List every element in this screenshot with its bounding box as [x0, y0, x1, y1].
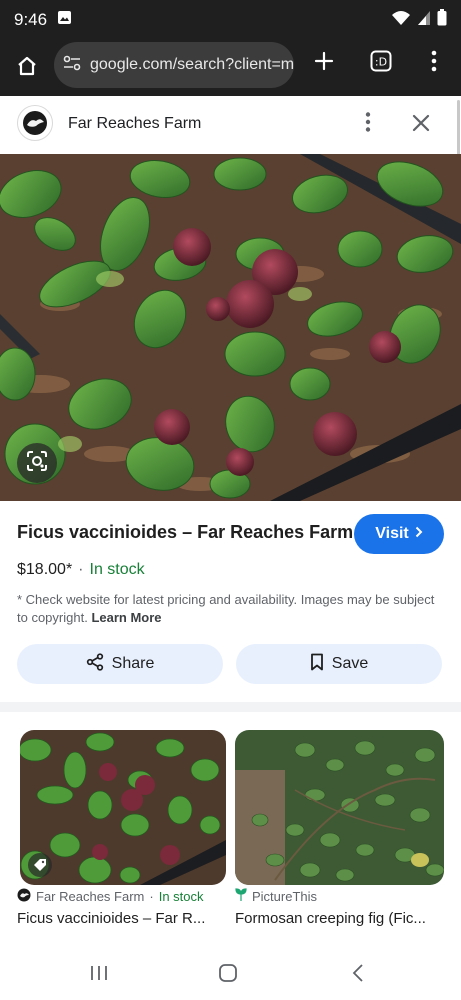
- wifi-icon: [391, 10, 411, 31]
- section-divider: [0, 702, 461, 712]
- system-nav-bar: [0, 950, 461, 1000]
- learn-more-link[interactable]: Learn More: [91, 610, 161, 625]
- related-image-2[interactable]: [235, 730, 444, 885]
- home-nav-button[interactable]: [208, 962, 248, 988]
- tab-switcher-button[interactable]: :D: [366, 48, 396, 78]
- svg-text::D: :D: [375, 55, 387, 68]
- share-icon: [86, 652, 104, 676]
- related-source-1: Far Reaches Farm · In stock: [17, 888, 204, 905]
- separator: ·: [149, 889, 154, 904]
- gallery-icon: [57, 10, 72, 30]
- related-source-name: Far Reaches Farm: [36, 889, 145, 904]
- scrollbar[interactable]: [457, 100, 460, 156]
- lens-icon: [26, 450, 48, 477]
- new-tab-button[interactable]: [309, 48, 339, 78]
- disclaimer: * Check website for latest pricing and a…: [17, 591, 437, 627]
- battery-icon: [437, 9, 447, 31]
- panel-more-button[interactable]: [356, 111, 380, 137]
- save-label: Save: [331, 655, 369, 672]
- site-logo: [17, 888, 31, 905]
- tag-icon: [28, 853, 52, 877]
- bookmark-icon: [310, 653, 324, 676]
- back-button[interactable]: [338, 962, 378, 988]
- share-button[interactable]: Share: [17, 644, 223, 684]
- share-label: Share: [111, 655, 155, 672]
- signal-icon: [417, 10, 431, 31]
- disclaimer-text: * Check website for latest pricing and a…: [17, 592, 435, 625]
- home-nav-icon: [218, 963, 238, 988]
- separator: ·: [78, 561, 84, 578]
- price-row: $18.00* · In stock: [17, 561, 145, 579]
- save-button[interactable]: Save: [236, 644, 442, 684]
- url-text: google.com/search?client=ms: [90, 56, 294, 73]
- more-vert-icon: [431, 50, 437, 77]
- recents-icon: [90, 965, 108, 986]
- lens-button[interactable]: [17, 443, 57, 483]
- address-bar[interactable]: google.com/search?client=ms: [54, 42, 294, 88]
- related-stock: In stock: [158, 889, 204, 904]
- related-source-name: PictureThis: [252, 889, 318, 904]
- home-button[interactable]: [0, 40, 54, 96]
- product-image[interactable]: [0, 154, 461, 501]
- visit-label: Visit: [375, 525, 409, 542]
- recents-button[interactable]: [79, 962, 119, 988]
- site-logo: [17, 105, 53, 141]
- browser-menu-button[interactable]: [419, 48, 449, 78]
- close-button[interactable]: [408, 112, 434, 138]
- home-icon: [15, 54, 39, 83]
- close-icon: [412, 114, 430, 137]
- stock-status: In stock: [89, 561, 145, 578]
- more-vert-icon: [365, 111, 371, 137]
- related-title-1[interactable]: Ficus vaccinioides – Far R...: [17, 910, 229, 927]
- related-title-2[interactable]: Formosan creeping fig (Fic...: [235, 910, 447, 927]
- chevron-right-icon: [415, 525, 423, 543]
- browser-toolbar: google.com/search?client=ms :D: [0, 40, 461, 96]
- price: $18.00*: [17, 561, 73, 578]
- new-tab-icon: [313, 50, 335, 77]
- related-image-1[interactable]: [20, 730, 226, 885]
- product-title: Ficus vaccinioides – Far Reaches Farm: [17, 522, 354, 542]
- site-settings-icon[interactable]: [62, 53, 82, 78]
- visit-button[interactable]: Visit: [354, 514, 444, 554]
- back-icon: [352, 963, 364, 988]
- status-bar: 9:46: [0, 0, 461, 40]
- picturethis-icon: [235, 888, 247, 905]
- panel-header: Far Reaches Farm: [0, 96, 461, 154]
- tab-switcher-icon: :D: [369, 49, 393, 78]
- status-time: 9:46: [14, 10, 48, 29]
- site-name[interactable]: Far Reaches Farm: [68, 115, 201, 133]
- related-source-2: PictureThis: [235, 888, 317, 905]
